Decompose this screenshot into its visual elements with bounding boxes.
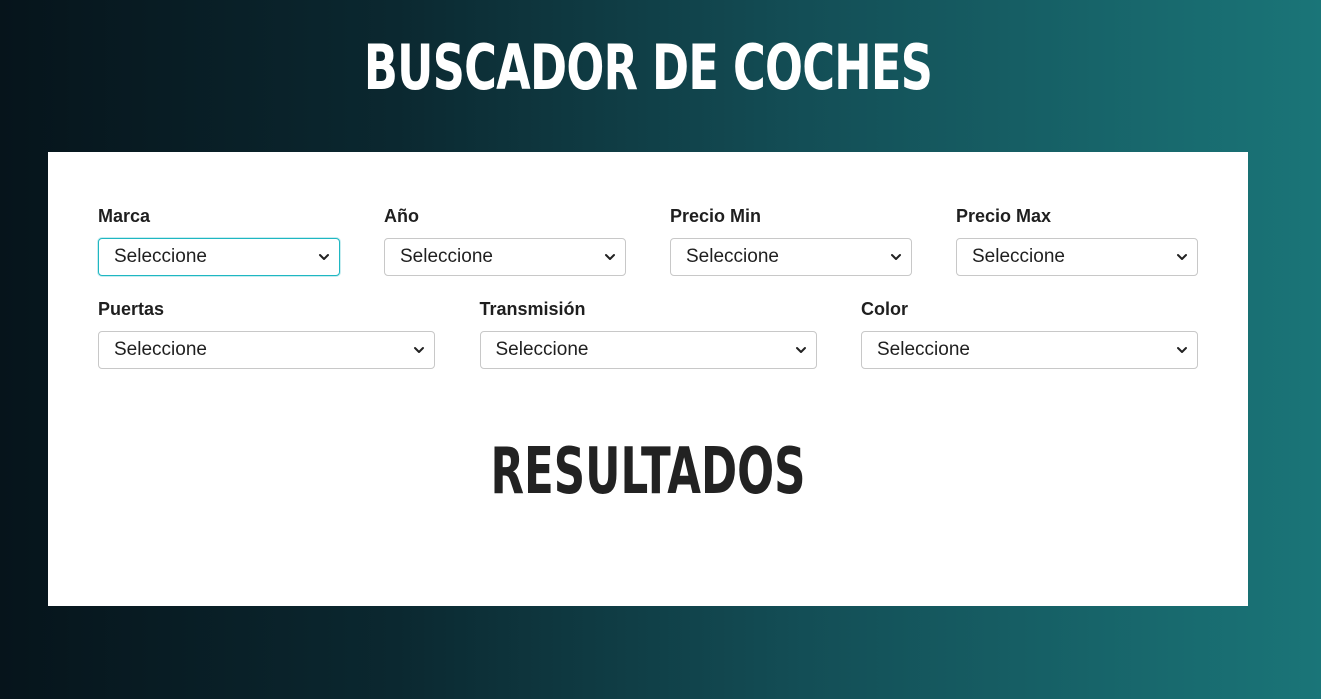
page-title: Buscador de Coches [363,31,933,104]
precio-min-select-value: Seleccione [686,246,779,267]
anio-select-value: Seleccione [400,246,493,267]
precio-max-select[interactable]: Seleccione [956,238,1198,276]
transmision-select[interactable]: Seleccione [479,331,817,369]
chevron-down-icon [414,347,424,353]
filters-row-2: Puertas Seleccione Transmisión Seleccion… [98,298,1198,369]
marca-select-value: Seleccione [114,246,207,267]
marca-select[interactable]: Seleccione [98,238,340,276]
search-panel: Marca Seleccione Año Seleccione Precio M… [48,152,1248,606]
precio-min-label: Precio Min [670,206,762,226]
filters-row-1: Marca Seleccione Año Seleccione Precio M… [98,205,1198,276]
field-marca: Marca Seleccione [98,205,340,276]
results-title: Resultados [490,435,806,509]
precio-max-select-value: Seleccione [972,246,1065,267]
marca-label: Marca [98,206,151,226]
field-transmision: Transmisión Seleccione [479,298,817,369]
transmision-label: Transmisión [479,299,586,319]
field-precio-max: Precio Max Seleccione [956,205,1198,276]
anio-label: Año [384,206,419,226]
chevron-down-icon [795,347,806,353]
field-anio: Año Seleccione [384,205,626,276]
chevron-down-icon [1177,347,1187,353]
field-precio-min: Precio Min Seleccione [670,205,912,276]
color-select[interactable]: Seleccione [861,331,1198,369]
transmision-select-value: Seleccione [495,339,589,360]
precio-min-select[interactable]: Seleccione [670,238,912,276]
color-select-value: Seleccione [877,339,970,360]
field-puertas: Puertas Seleccione [98,298,435,369]
field-color: Color Seleccione [861,298,1198,369]
chevron-down-icon [319,254,329,260]
puertas-select-value: Seleccione [114,339,207,360]
chevron-down-icon [1177,254,1187,260]
anio-select[interactable]: Seleccione [384,238,626,276]
puertas-label: Puertas [98,299,165,319]
precio-max-label: Precio Max [956,206,1052,226]
color-label: Color [861,299,908,319]
puertas-select[interactable]: Seleccione [98,331,435,369]
chevron-down-icon [605,254,615,260]
chevron-down-icon [891,254,901,260]
